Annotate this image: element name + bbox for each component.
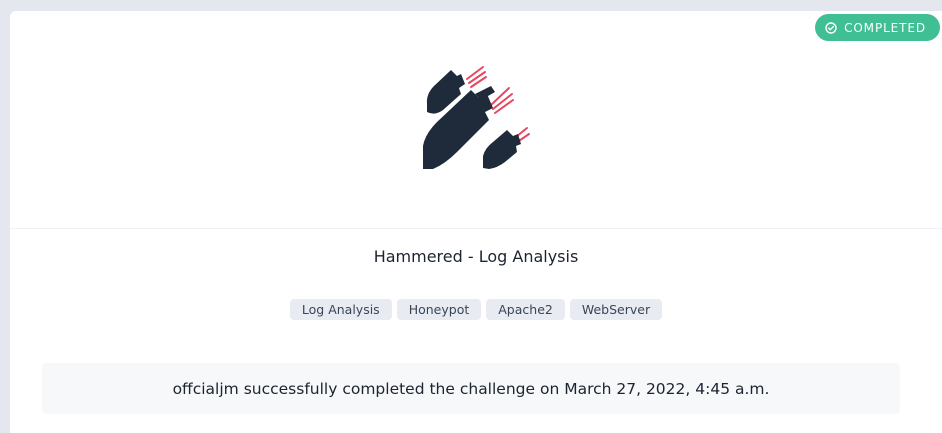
- status-badge-label: COMPLETED: [844, 20, 926, 35]
- tag-list: Log Analysis Honeypot Apache2 WebServer: [10, 299, 942, 320]
- challenge-title: Hammered - Log Analysis: [373, 247, 579, 266]
- completion-message: offcialjm successfully completed the cha…: [42, 363, 900, 414]
- check-circle-icon: [825, 21, 837, 34]
- bombs-icon: [423, 65, 530, 169]
- tag-apache2[interactable]: Apache2: [486, 299, 565, 320]
- status-badge: COMPLETED: [815, 14, 940, 41]
- tag-webserver[interactable]: WebServer: [569, 299, 663, 320]
- tag-log-analysis[interactable]: Log Analysis: [289, 299, 392, 320]
- challenge-card: COMPLETED Hammered - Log Analysis Log An…: [10, 11, 942, 433]
- challenge-image: [10, 11, 942, 229]
- tag-honeypot[interactable]: Honeypot: [396, 299, 482, 320]
